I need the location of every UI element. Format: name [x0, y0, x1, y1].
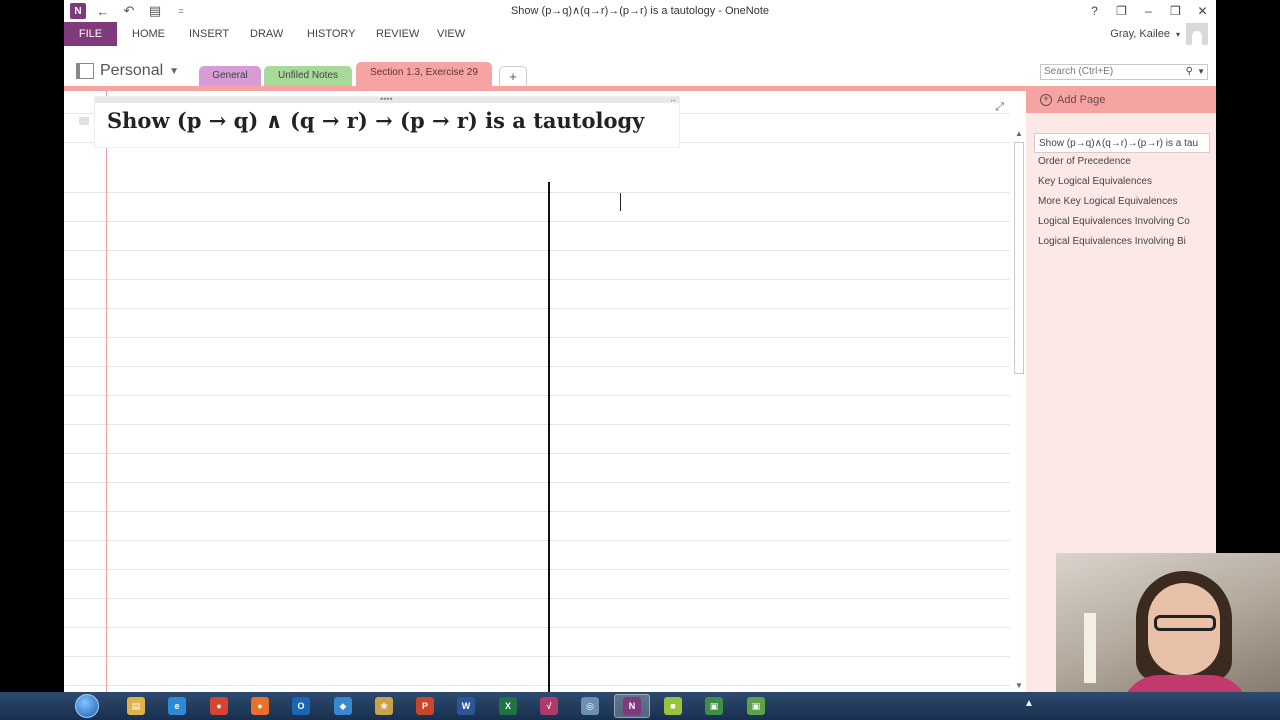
add-section-button[interactable]: +	[499, 66, 527, 86]
user-account[interactable]: Gray, Kailee ▾	[1110, 22, 1208, 46]
page-canvas[interactable]: •••• ↔ Show (p → q) ∧ (q → r) → (p → r) …	[64, 91, 1010, 692]
desktop-left	[0, 0, 64, 692]
onenote-window: N ← ↶ ▤ = Show (p→q)∧(q→r)→(p→r) is a ta…	[64, 0, 1216, 692]
taskbar-app-mathtype[interactable]: √	[531, 694, 567, 718]
search-placeholder: Search (Ctrl+E)	[1044, 66, 1114, 77]
tab-draw[interactable]: DRAW	[246, 22, 287, 46]
window-title: Show (p→q)∧(q→r)→(p→r) is a tautology - …	[510, 5, 770, 17]
chevron-down-icon: ▾	[1175, 29, 1180, 39]
internet-explorer-icon: e	[168, 697, 186, 715]
text-cursor	[620, 193, 621, 211]
start-button[interactable]	[72, 692, 102, 720]
close-button[interactable]: ✕	[1189, 0, 1216, 22]
tab-review[interactable]: REVIEW	[372, 22, 423, 46]
taskbar-app-powerpoint[interactable]: P	[407, 694, 443, 718]
page-list-item[interactable]: More Key Logical Equivalences	[1038, 192, 1212, 212]
scroll-up-arrow-icon[interactable]: ▲	[1012, 128, 1026, 140]
ink-divider-line	[548, 182, 550, 692]
search-icon[interactable]: ⚲	[1186, 65, 1193, 79]
app-green-1-icon: ▣	[705, 697, 723, 715]
app-blue-icon: ◆	[334, 697, 352, 715]
taskbar-app-chrome[interactable]: ●	[201, 694, 237, 718]
container-move-handle-icon[interactable]: ••••	[380, 94, 393, 104]
scroll-down-arrow-icon[interactable]: ▼	[1012, 680, 1026, 692]
taskbar-app-app-blue[interactable]: ◆	[325, 694, 361, 718]
user-name: Gray, Kailee	[1110, 28, 1170, 40]
taskbar-app-app-green-1[interactable]: ▣	[696, 694, 732, 718]
taskbar-app-excel[interactable]: X	[490, 694, 526, 718]
vertical-scrollbar[interactable]: ▲ ▼	[1012, 128, 1026, 692]
search-input[interactable]: Search (Ctrl+E) ⚲ ▼	[1040, 64, 1208, 80]
add-page-icon: +	[1040, 93, 1052, 106]
restore-button[interactable]: ❒	[1162, 0, 1189, 22]
paragraph-handle[interactable]	[79, 117, 89, 125]
notebook-selector[interactable]: Personal ▼	[76, 62, 179, 80]
page-list-item[interactable]: Key Logical Equivalences	[1038, 172, 1212, 192]
search-scope-dropdown-icon[interactable]: ▼	[1197, 65, 1205, 79]
chrome-icon: ●	[210, 697, 228, 715]
mathtype-icon: √	[540, 697, 558, 715]
windows-orb-icon	[75, 694, 99, 718]
add-page-button[interactable]: + Add Page	[1026, 86, 1216, 113]
section-tab-active[interactable]: Section 1.3, Exercise 29	[356, 62, 492, 86]
taskbar: ▤ e ● ● O ◆ ❀ P W X √ ◎ N ■ ▣ ▣ ▲	[0, 692, 1280, 720]
tab-view[interactable]: VIEW	[433, 22, 469, 46]
onenote-icon: N	[623, 697, 641, 715]
container-resize-icon[interactable]: ↔	[669, 95, 677, 104]
taskbar-app-app-chat[interactable]: ■	[655, 694, 691, 718]
excel-icon: X	[499, 697, 517, 715]
taskbar-app-firefox[interactable]: ●	[242, 694, 278, 718]
app-green-2-icon: ▣	[747, 697, 765, 715]
app-globe-icon: ◎	[581, 697, 599, 715]
outlook-icon: O	[292, 697, 310, 715]
tab-home[interactable]: HOME	[128, 22, 169, 46]
firefox-icon: ●	[251, 697, 269, 715]
tab-insert[interactable]: INSERT	[185, 22, 233, 46]
file-explorer-icon: ▤	[127, 697, 145, 715]
taskbar-app-onenote[interactable]: N	[614, 694, 650, 718]
taskbar-app-word[interactable]: W	[448, 694, 484, 718]
word-icon: W	[457, 697, 475, 715]
taskbar-app-outlook[interactable]: O	[283, 694, 319, 718]
webcam-lamp	[1084, 613, 1096, 683]
tab-file[interactable]: FILE	[64, 22, 117, 46]
avatar	[1186, 23, 1208, 45]
webcam-glasses	[1154, 615, 1216, 631]
tray-overflow-icon[interactable]: ▲	[1024, 698, 1034, 709]
app-paint-icon: ❀	[375, 697, 393, 715]
app-chat-icon: ■	[664, 697, 682, 715]
page-list-item-selected[interactable]: Show (p→q)∧(q→r)→(p→r) is a tau	[1034, 133, 1210, 153]
page-list-item[interactable]: Order of Precedence	[1038, 152, 1212, 172]
notebook-icon	[76, 63, 94, 79]
minimize-button[interactable]: –	[1135, 0, 1162, 22]
page-list-item[interactable]: Logical Equivalences Involving Bi	[1038, 232, 1212, 252]
help-button[interactable]: ?	[1081, 0, 1108, 22]
notebook-name: Personal	[100, 62, 164, 79]
section-tab-general[interactable]: General	[199, 66, 261, 86]
tab-history[interactable]: HISTORY	[303, 22, 360, 46]
page-margin-line	[106, 91, 107, 692]
scrollbar-thumb[interactable]	[1014, 142, 1024, 374]
taskbar-app-internet-explorer[interactable]: e	[159, 694, 195, 718]
expand-page-icon[interactable]: ⤢	[995, 101, 1004, 114]
ribbon-display-options-button[interactable]: ❐	[1108, 0, 1135, 22]
powerpoint-icon: P	[416, 697, 434, 715]
notebook-bar: Personal ▼ General Unfiled Notes Section…	[64, 58, 1216, 86]
section-tab-unfiled-notes[interactable]: Unfiled Notes	[264, 66, 352, 86]
taskbar-app-app-green-2[interactable]: ▣	[738, 694, 774, 718]
page-list-item[interactable]: Logical Equivalences Involving Co	[1038, 212, 1212, 232]
title-bar: N ← ↶ ▤ = Show (p→q)∧(q→r)→(p→r) is a ta…	[64, 0, 1216, 22]
taskbar-app-app-paint[interactable]: ❀	[366, 694, 402, 718]
add-page-label: Add Page	[1057, 93, 1106, 106]
window-controls: ? ❐ – ❒ ✕	[1081, 0, 1216, 22]
chevron-down-icon: ▼	[169, 65, 180, 77]
taskbar-app-file-explorer[interactable]: ▤	[118, 694, 154, 718]
ribbon-tabs: FILE HOME INSERT DRAW HISTORY REVIEW VIE…	[64, 22, 1216, 46]
page-title[interactable]: Show (p → q) ∧ (q → r) → (p → r) is a ta…	[107, 108, 644, 133]
taskbar-app-app-globe[interactable]: ◎	[572, 694, 608, 718]
